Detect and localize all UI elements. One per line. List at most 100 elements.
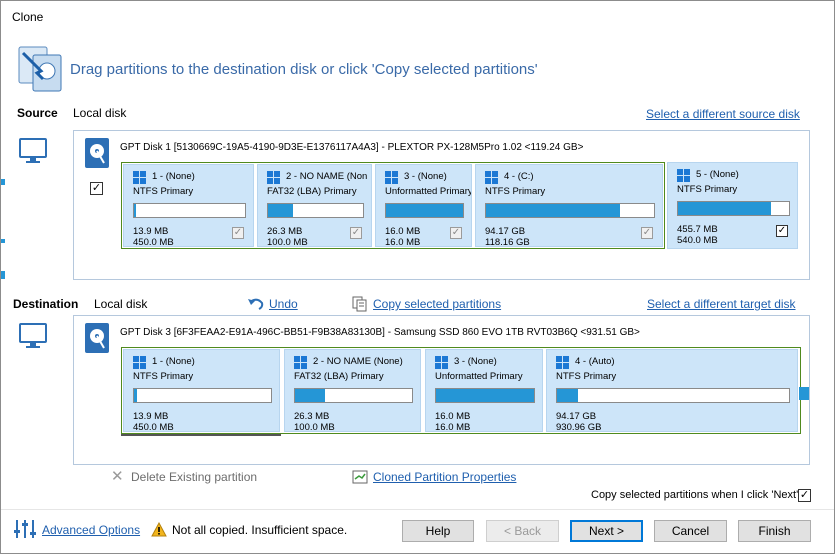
copy-selected-partitions-link[interactable]: Copy selected partitions [373, 297, 501, 311]
partition-card[interactable]: 3 - (None) Unformatted Primary 16.0 MB 16.0… [375, 164, 472, 247]
windows-icon [294, 356, 307, 369]
partition-title: 1 - (None) [152, 356, 195, 367]
partition-checkbox[interactable]: ✓ [232, 227, 244, 239]
partition-type: FAT32 (LBA) Primary [267, 186, 357, 197]
destination-disk-type: Local disk [94, 297, 148, 311]
partition-card[interactable]: 2 - NO NAME (None) FAT32 (LBA) Primary 26.… [284, 349, 421, 432]
usage-bar-fill [134, 389, 137, 402]
footer-divider [1, 509, 834, 510]
partition-card[interactable]: 4 - (C:) NTFS Primary 94.17 GB 118.16 GB ✓ [475, 164, 663, 247]
monitor-icon [19, 138, 47, 163]
usage-bar [556, 388, 790, 403]
partition-card[interactable]: 1 - (None) NTFS Primary 13.9 MB 450.0 MB [123, 349, 280, 432]
partition-total: 450.0 MB [133, 422, 174, 432]
partition-type: Unformatted Primary [435, 371, 523, 382]
partition-checkbox[interactable]: ✓ [450, 227, 462, 239]
partition-used: 13.9 MB [133, 411, 169, 422]
copy-icon[interactable] [352, 296, 368, 312]
usage-bar [133, 203, 246, 218]
advanced-options-link[interactable]: Advanced Options [42, 523, 140, 537]
usage-bar-fill [268, 204, 293, 217]
usage-bar-fill [295, 389, 326, 402]
partition-total: 16.0 MB [385, 237, 421, 247]
title-bar: Clone [1, 1, 834, 33]
partition-type: NTFS Primary [133, 371, 194, 382]
windows-icon [267, 171, 280, 184]
usage-bar-fill [436, 389, 534, 402]
partition-total: 118.16 GB [485, 237, 530, 247]
undo-icon[interactable] [247, 297, 265, 311]
header-instruction: Drag partitions to the destination disk … [70, 61, 538, 78]
next-button[interactable]: Next > [570, 520, 643, 542]
left-edge-strip [1, 101, 5, 511]
back-button[interactable]: < Back [486, 520, 559, 542]
clone-dialog: Clone Drag partitions to the destination… [0, 0, 835, 554]
partition-used: 26.3 MB [267, 226, 303, 237]
partition-card[interactable]: 1 - (None) NTFS Primary 13.9 MB 450.0 MB ✓ [123, 164, 254, 247]
drag-indicator-line [121, 434, 281, 436]
copy-on-next-checkbox[interactable]: ✓ [798, 489, 811, 502]
partition-card[interactable]: 5 - (None) NTFS Primary 455.7 MB 540.0 MB ✓ [667, 162, 798, 249]
partition-total: 540.0 MB [677, 235, 718, 246]
partition-title: 3 - (None) [404, 171, 447, 182]
partition-title: 2 - NO NAME (None) [313, 356, 403, 367]
finish-button[interactable]: Finish [738, 520, 811, 542]
partition-used: 94.17 GB [556, 411, 597, 422]
partition-used: 26.3 MB [294, 411, 330, 422]
usage-bar [267, 203, 364, 218]
partition-title: 4 - (Auto) [575, 356, 615, 367]
delete-existing-partition: Delete Existing partition [131, 470, 258, 484]
source-disk-type: Local disk [73, 106, 127, 120]
undo-link[interactable]: Undo [269, 297, 298, 311]
partition-used: 94.17 GB [485, 226, 526, 237]
source-label: Source [17, 106, 58, 120]
usage-bar-fill [134, 204, 137, 217]
windows-icon [435, 356, 448, 369]
unallocated-overflow-bar [799, 387, 809, 400]
partition-total: 450.0 MB [133, 237, 174, 247]
select-source-disk-link[interactable]: Select a different source disk [646, 107, 800, 121]
windows-icon [556, 356, 569, 369]
cancel-button[interactable]: Cancel [654, 520, 727, 542]
sliders-icon[interactable] [13, 518, 37, 540]
partition-properties-icon[interactable] [352, 470, 368, 484]
partition-title: 4 - (C:) [504, 171, 534, 182]
cloned-partition-properties-link[interactable]: Cloned Partition Properties [373, 470, 516, 484]
warning-text: Not all copied. Insufficient space. [172, 523, 348, 537]
windows-icon [485, 171, 498, 184]
partition-card[interactable]: 3 - (None) Unformatted Primary 16.0 MB 16.0… [425, 349, 543, 432]
help-button[interactable]: Help [402, 520, 474, 542]
partition-checkbox[interactable]: ✓ [641, 227, 653, 239]
select-target-disk-link[interactable]: Select a different target disk [647, 297, 796, 311]
windows-icon [133, 171, 146, 184]
partition-type: NTFS Primary [677, 184, 738, 195]
partition-title: 3 - (None) [454, 356, 497, 367]
partition-title: 5 - (None) [696, 169, 739, 180]
partition-used: 13.9 MB [133, 226, 169, 237]
partition-used: 16.0 MB [385, 226, 421, 237]
window-title: Clone [12, 10, 44, 24]
source-disk-panel: GPT Disk 1 [5130669C-19A5-4190-9D3E-E137… [73, 130, 810, 280]
usage-bar-fill [678, 202, 772, 215]
partition-type: Unformatted Primary [385, 186, 472, 197]
delete-icon: ✕ [111, 468, 124, 485]
partition-used: 16.0 MB [435, 411, 471, 422]
warning-icon [151, 522, 167, 537]
windows-icon [133, 356, 146, 369]
usage-bar [485, 203, 655, 218]
source-disk-checkbox[interactable]: ✓ [90, 182, 103, 195]
partition-type: FAT32 (LBA) Primary [294, 371, 384, 382]
partition-title: 1 - (None) [152, 171, 195, 182]
partition-card[interactable]: 4 - (Auto) NTFS Primary 94.17 GB 930.96 GB [546, 349, 798, 432]
partition-card[interactable]: 2 - NO NAME (Non FAT32 (LBA) Primary 26.3 … [257, 164, 372, 247]
partition-total: 100.0 MB [267, 237, 308, 247]
partition-total: 16.0 MB [435, 422, 471, 432]
usage-bar [294, 388, 413, 403]
clone-wizard-icon [18, 46, 62, 92]
destination-label: Destination [13, 297, 79, 311]
partition-checkbox[interactable]: ✓ [776, 225, 788, 237]
usage-bar [133, 388, 272, 403]
usage-bar [385, 203, 464, 218]
usage-bar [435, 388, 535, 403]
partition-checkbox[interactable]: ✓ [350, 227, 362, 239]
